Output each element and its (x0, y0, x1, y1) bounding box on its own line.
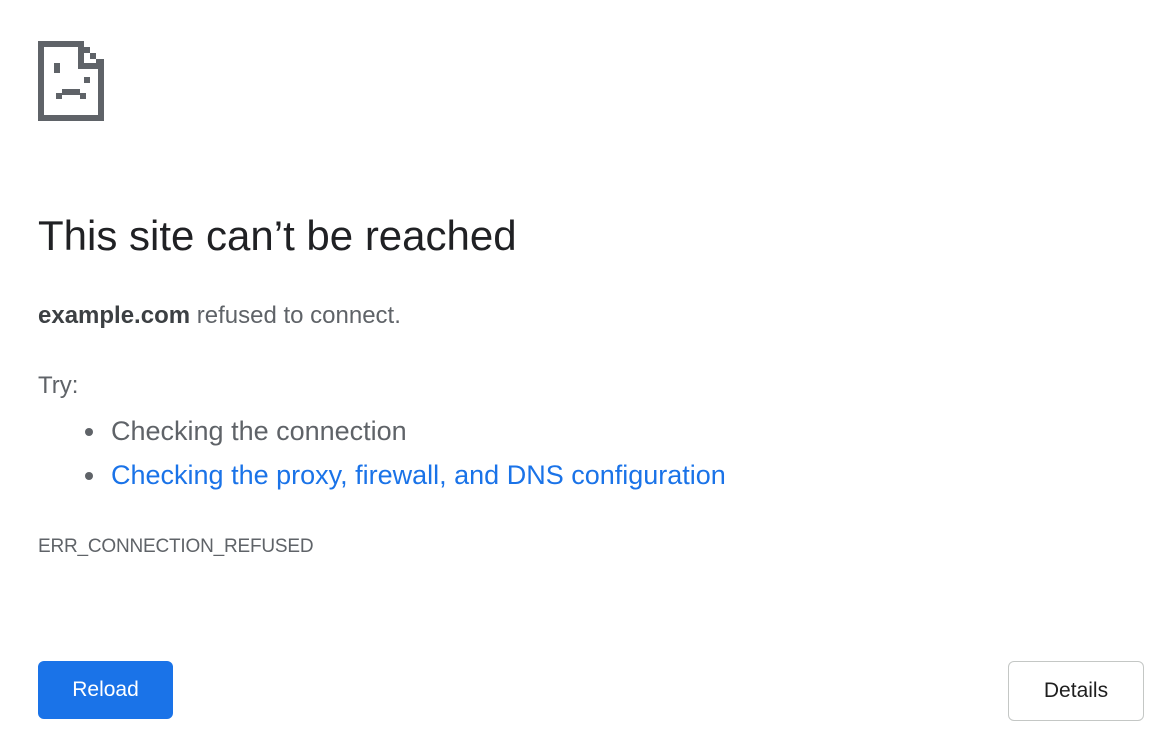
error-code: ERR_CONNECTION_REFUSED (38, 536, 314, 557)
suggestion-item-proxy[interactable]: Checking the proxy, firewall, and DNS co… (80, 457, 726, 501)
sad-page-icon (38, 41, 104, 121)
suggestions-list: Checking the connection Checking the pro… (80, 413, 726, 501)
error-summary: example.com refused to connect. (38, 300, 401, 332)
suggestion-item-connection: Checking the connection (80, 413, 726, 457)
try-label: Try: (38, 372, 79, 399)
proxy-settings-link[interactable]: Checking the proxy, firewall, and DNS co… (111, 460, 726, 490)
page-title: This site can’t be reached (38, 212, 517, 259)
error-summary-text: refused to connect. (190, 302, 401, 329)
reload-button[interactable]: Reload (38, 661, 173, 719)
error-host: example.com (38, 302, 191, 329)
details-button[interactable]: Details (1008, 661, 1144, 721)
suggestion-text: Checking the connection (111, 416, 407, 446)
